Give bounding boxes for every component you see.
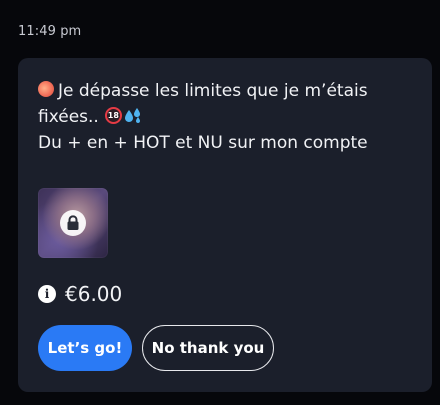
message-line-2: fixées.. 18 bbox=[38, 104, 418, 130]
message-line-3: Du + en + HOT et NU sur mon compte bbox=[38, 133, 368, 153]
price-value: €6.00 bbox=[65, 282, 123, 306]
locked-message-card: Je dépasse les limites que je m’étais fi… bbox=[18, 58, 432, 392]
message-line-1: Je dépasse les limites que je m’étais bbox=[38, 78, 418, 104]
locked-media-thumbnail[interactable] bbox=[38, 188, 108, 258]
no-under-eighteen-emoji-icon: 18 bbox=[104, 106, 122, 124]
lets-go-button[interactable]: Let’s go! bbox=[38, 325, 132, 371]
message-timestamp: 11:49 pm bbox=[18, 24, 82, 39]
lock-icon bbox=[60, 210, 86, 236]
peach-emoji-icon bbox=[38, 81, 54, 97]
message-line-1-text: Je dépasse les limites que je m’étais bbox=[58, 81, 368, 101]
message-line-2-text: fixées.. bbox=[38, 107, 99, 127]
price-row: i €6.00 bbox=[38, 282, 122, 306]
sweat-droplets-emoji-icon bbox=[124, 106, 142, 123]
no-thank-you-button[interactable]: No thank you bbox=[142, 325, 274, 371]
message-text: Je dépasse les limites que je m’étais fi… bbox=[38, 78, 418, 156]
info-icon[interactable]: i bbox=[38, 285, 56, 303]
